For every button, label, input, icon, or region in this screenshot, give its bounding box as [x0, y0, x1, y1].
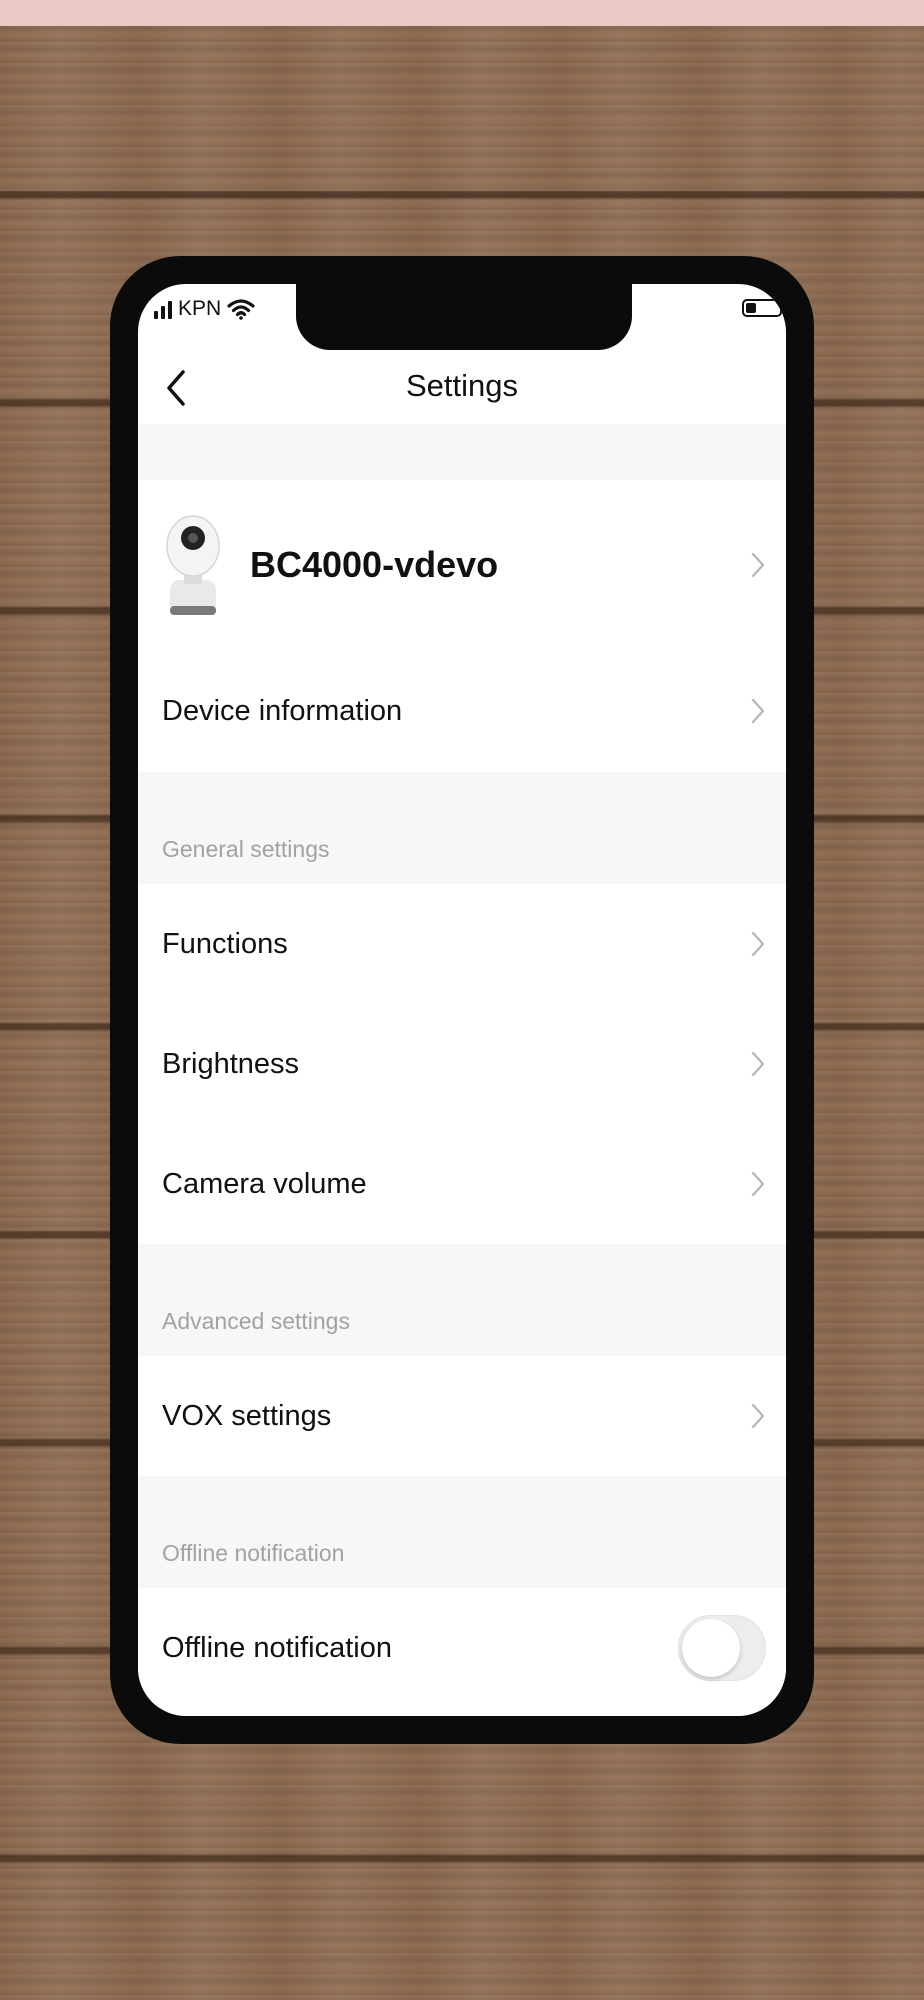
- general-settings-section: General settings: [138, 772, 786, 884]
- section-spacer: [138, 424, 786, 480]
- page-title: Settings: [405, 368, 518, 403]
- nav-bar: Settings: [138, 350, 786, 424]
- signal-icon: [154, 299, 172, 319]
- chevron-right-icon: [751, 552, 765, 578]
- chevron-right-icon: [751, 1051, 765, 1077]
- brightness-label: Brightness: [162, 1047, 300, 1080]
- advanced-settings-section: Advanced settings: [138, 1244, 786, 1356]
- camera-volume-label: Camera volume: [162, 1167, 367, 1200]
- chevron-right-icon: [751, 1171, 765, 1197]
- wifi-icon: [227, 299, 255, 320]
- offline-notification-toggle[interactable]: [678, 1615, 766, 1681]
- phone-frame: KPN Settings BC4000-vdevo Device informa…: [110, 256, 814, 1744]
- offline-notification-section: Offline notification: [138, 1476, 786, 1588]
- device-row[interactable]: BC4000-vdevo: [138, 480, 786, 650]
- camera-volume-row[interactable]: Camera volume: [138, 1124, 786, 1244]
- section-header-advanced: Advanced settings: [162, 1308, 350, 1334]
- battery-icon: [742, 299, 782, 317]
- offline-notification-label: Offline notification: [162, 1631, 392, 1664]
- device-information-row[interactable]: Device information: [138, 650, 786, 772]
- offline-notification-row: Offline notification: [138, 1588, 786, 1708]
- carrier-label: KPN: [178, 297, 222, 320]
- functions-label: Functions: [162, 927, 288, 960]
- device-name: BC4000-vdevo: [250, 544, 499, 585]
- top-band: [0, 0, 924, 26]
- camera-thumbnail: [162, 510, 224, 620]
- functions-row[interactable]: Functions: [138, 884, 786, 1004]
- vox-settings-label: VOX settings: [162, 1399, 332, 1432]
- section-header-general: General settings: [162, 836, 330, 862]
- chevron-right-icon: [751, 698, 765, 724]
- chevron-right-icon: [751, 1403, 765, 1429]
- section-header-offline: Offline notification: [162, 1540, 345, 1566]
- chevron-right-icon: [751, 931, 765, 957]
- notch: [296, 284, 632, 350]
- device-information-label: Device information: [162, 694, 403, 727]
- status-bar-left: KPN: [154, 296, 255, 322]
- toggle-knob: [682, 1619, 740, 1677]
- brightness-row[interactable]: Brightness: [138, 1004, 786, 1124]
- vox-settings-row[interactable]: VOX settings: [138, 1356, 786, 1476]
- phone-screen: KPN Settings BC4000-vdevo Device informa…: [138, 284, 786, 1716]
